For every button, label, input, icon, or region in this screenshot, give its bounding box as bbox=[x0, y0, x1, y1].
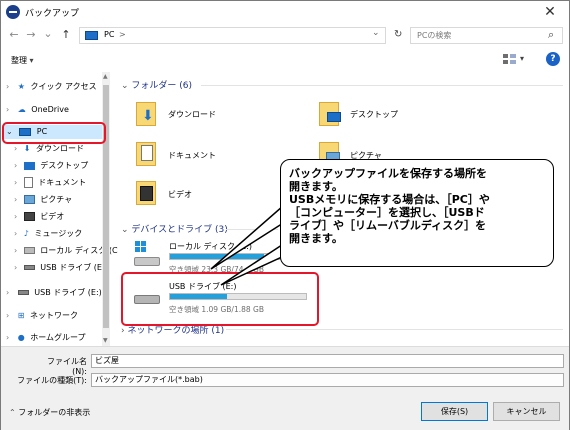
callout-line: USBメモリに保存する場合は、［PC］や bbox=[289, 193, 490, 206]
callout-line: バックアップファイルを保存する場所を bbox=[289, 167, 487, 180]
callout-line: 開きます。 bbox=[289, 180, 343, 193]
chevron-up-icon: ⌃ bbox=[9, 408, 16, 417]
save-dialog: バックアップ ✕ ← → ⌄ ↑ PC > ⌄ ↻ PCの検索 ⌕ 整理 ▾ ▾… bbox=[0, 0, 570, 430]
hide-folders-toggle[interactable]: ⌃ フォルダーの非表示 bbox=[9, 407, 90, 418]
filetype-label: ファイルの種類(T): bbox=[17, 376, 87, 385]
callout-line: ライブ］や［リムーバブルディスク］を bbox=[289, 219, 487, 232]
callout-line: ［コンピューター］を選択し、［USBド bbox=[289, 206, 485, 219]
save-button[interactable]: 保存(S) bbox=[421, 402, 488, 421]
callout-line: 開きます。 bbox=[289, 232, 343, 245]
filetype-select[interactable]: バックアップファイル(*.bab) bbox=[91, 373, 564, 387]
instruction-callout: バックアップファイルを保存する場所を 開きます。 USBメモリに保存する場合は、… bbox=[280, 159, 554, 267]
filename-input[interactable]: ビズ屋 bbox=[91, 354, 564, 368]
filename-label: ファイル名(N): bbox=[47, 357, 87, 376]
cancel-button[interactable]: キャンセル bbox=[493, 402, 560, 421]
hide-folders-label: フォルダーの非表示 bbox=[18, 408, 91, 417]
